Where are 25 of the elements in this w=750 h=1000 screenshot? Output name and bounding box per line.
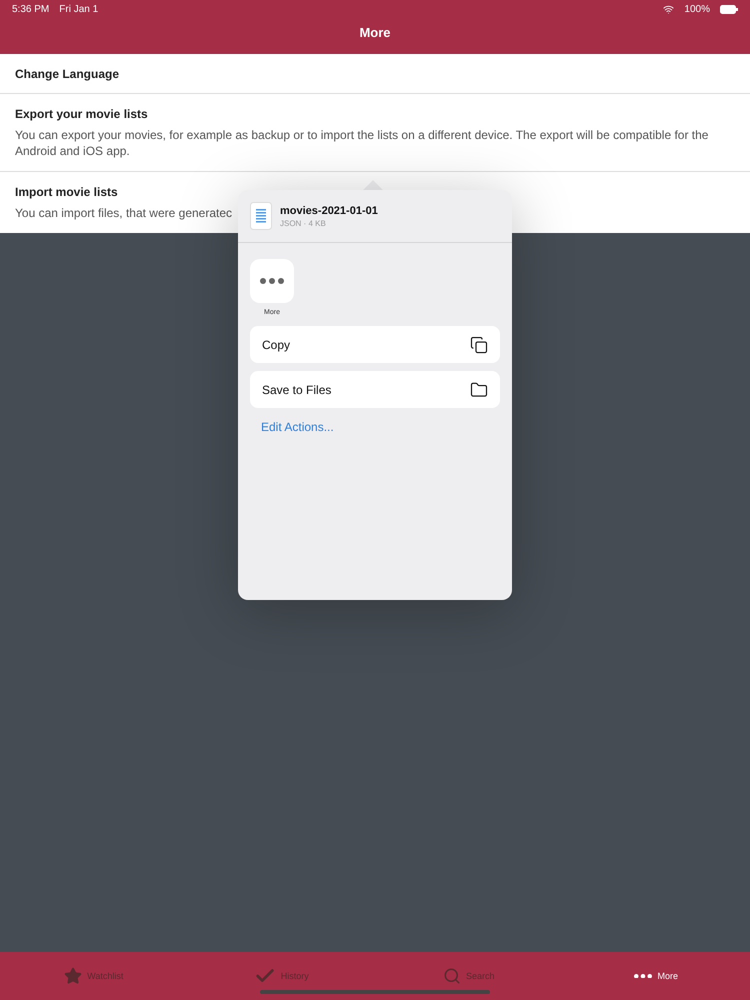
more-app-button[interactable] [250,259,294,303]
row-title: Import movie lists [15,185,118,199]
battery-percent: 100% [684,4,710,14]
folder-icon [470,380,488,398]
nav-title: More [358,25,392,40]
copy-icon [470,336,488,354]
dots-icon [260,278,284,284]
tab[interactable]: More [562,952,750,1000]
battery-icon [720,4,738,14]
wifi-icon [663,4,674,14]
file-name: movies-2021-01-01 [280,204,378,216]
dots-icon [634,974,652,978]
row-description: You can import files, that were generatec [15,205,232,221]
search-icon [442,967,461,985]
row-title: Change Language [15,67,120,81]
row-title: Export your movie lists [15,107,148,121]
edit-actions-link[interactable]: Edit Actions... [261,420,489,434]
star-icon [64,967,82,985]
share-action[interactable]: Save to Files [250,371,500,408]
file-meta: JSON · 4 KB [280,218,327,228]
share-action[interactable]: Copy [250,326,500,363]
document-icon [250,202,272,230]
status-date: Fri Jan 1 [59,4,98,14]
row-description: You can export your movies, for example as backup or to import the lists on a different device. The export will be compatible for the Android and iOS app. [15,127,710,159]
status-time: 5:36 PM [12,4,50,14]
